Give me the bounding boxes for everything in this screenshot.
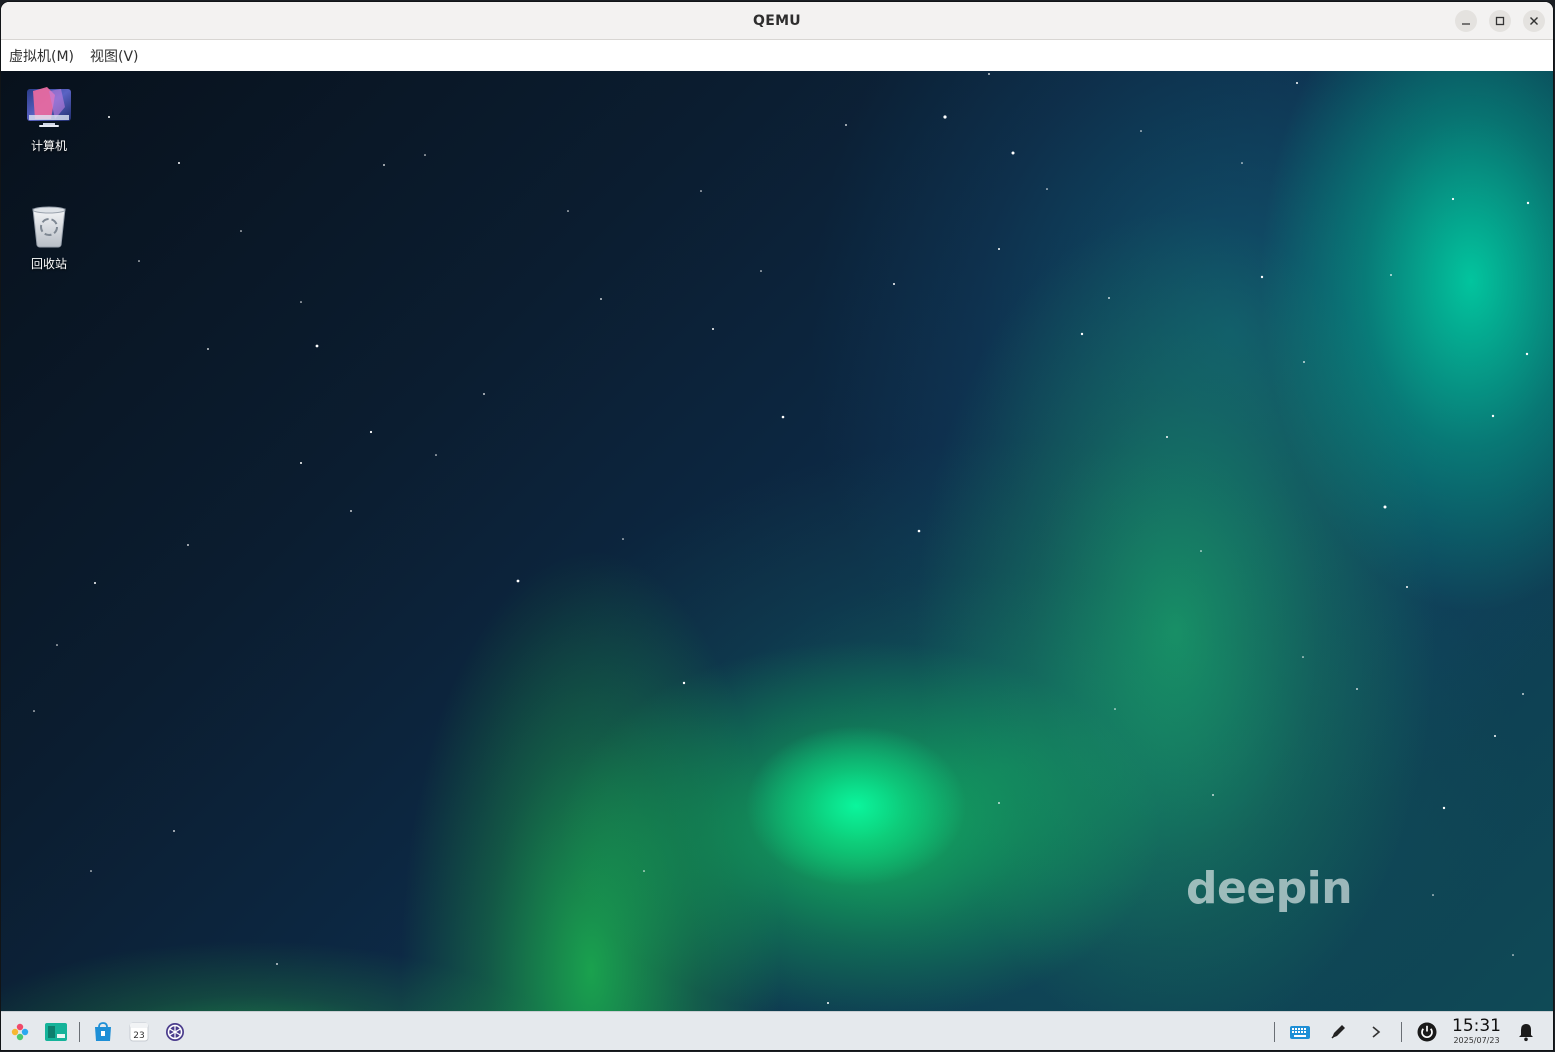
maximize-button[interactable]	[1489, 10, 1511, 32]
expand-tray-button[interactable]	[1363, 1019, 1389, 1045]
tray-separator	[1274, 1021, 1275, 1042]
onscreen-keyboard-button[interactable]	[1287, 1019, 1313, 1045]
notification-bell-icon	[1519, 1023, 1533, 1041]
launcher-button[interactable]	[7, 1019, 33, 1045]
clock-date: 2025/07/23	[1453, 1036, 1500, 1045]
system-tray: 15:31 2025/07/23	[1274, 1012, 1539, 1050]
qemu-window: QEMU 虚拟机(M) 视图(V) 计算机 回收站 deepin 23 15:3…	[1, 2, 1553, 1050]
calendar-button[interactable]: 23	[126, 1019, 152, 1045]
menu-machine[interactable]: 虚拟机(M)	[9, 44, 74, 68]
dock-separator	[79, 1021, 80, 1042]
vm-desktop[interactable]: 计算机 回收站 deepin	[1, 71, 1553, 1011]
minimize-icon	[1462, 23, 1470, 25]
multitask-view-icon	[45, 1022, 67, 1041]
app-store-icon	[95, 1021, 111, 1041]
dock-app-area: 23	[1, 1019, 188, 1045]
notification-center-button[interactable]	[1513, 1019, 1539, 1045]
pen-tool-button[interactable]	[1325, 1019, 1351, 1045]
window-controls	[1455, 10, 1545, 32]
title-bar[interactable]: QEMU	[1, 2, 1553, 40]
datetime-widget[interactable]: 15:31 2025/07/23	[1452, 1018, 1501, 1045]
power-button[interactable]	[1414, 1019, 1440, 1045]
menu-bar: 虚拟机(M) 视图(V)	[1, 40, 1553, 72]
calendar-day: 23	[133, 1031, 144, 1041]
expand-tray-icon	[1372, 1025, 1381, 1038]
launcher-icon	[11, 1023, 29, 1040]
desktop-icon-label: 计算机	[30, 139, 67, 153]
keyboard-icon	[1290, 1025, 1310, 1039]
deepin-watermark: deepin	[1186, 863, 1353, 914]
control-center-button[interactable]	[162, 1019, 188, 1045]
desktop-icon-label: 回收站	[30, 257, 67, 271]
tray-separator	[1401, 1021, 1402, 1042]
desktop-icon-trash[interactable]: 回收站	[9, 203, 89, 272]
window-title: QEMU	[753, 12, 801, 29]
taskbar-dock: 23 15:31 2025/07/23	[1, 1011, 1553, 1050]
computer-icon	[27, 87, 71, 127]
minimize-button[interactable]	[1455, 10, 1477, 32]
multitask-view-button[interactable]	[43, 1019, 69, 1045]
settings-icon	[166, 1022, 184, 1041]
desktop-icon-computer[interactable]: 计算机	[9, 85, 89, 154]
calendar-icon: 23	[129, 1022, 149, 1041]
close-button[interactable]	[1523, 10, 1545, 32]
pen-icon	[1331, 1024, 1345, 1039]
power-icon	[1417, 1022, 1437, 1041]
trash-icon	[32, 206, 66, 248]
close-icon	[1530, 17, 1538, 25]
app-store-button[interactable]	[90, 1019, 116, 1045]
maximize-icon	[1495, 16, 1505, 26]
menu-view[interactable]: 视图(V)	[90, 44, 139, 68]
clock-time: 15:31	[1452, 1016, 1501, 1036]
